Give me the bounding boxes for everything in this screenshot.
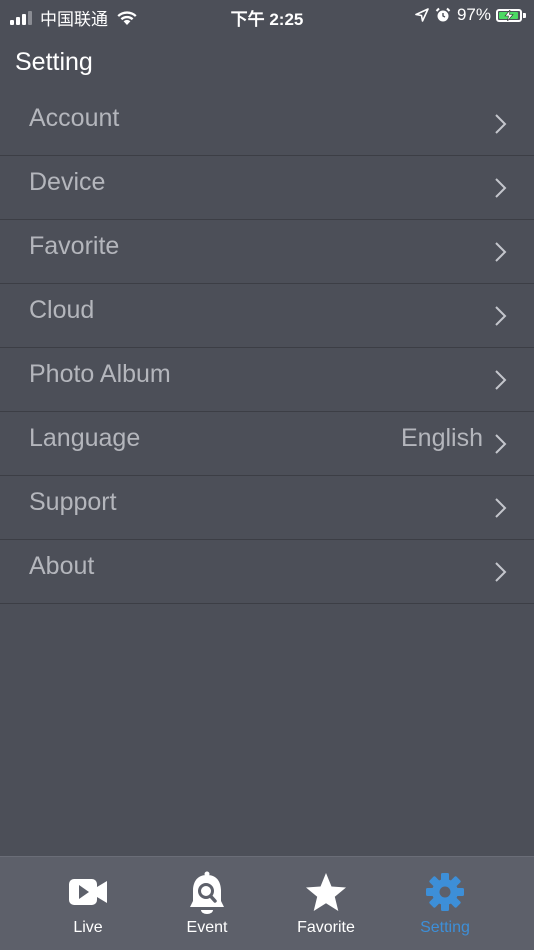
tab-label: Setting xyxy=(420,919,470,936)
tab-event[interactable]: Event xyxy=(152,857,262,950)
chevron-right-icon xyxy=(495,306,507,326)
bell-search-icon xyxy=(190,871,224,914)
row-label: Photo Album xyxy=(29,360,171,388)
gear-icon xyxy=(426,873,464,911)
settings-row-support[interactable]: Support xyxy=(0,476,534,540)
page-title: Setting xyxy=(15,48,93,76)
chevron-right-icon xyxy=(495,178,507,198)
row-label: Account xyxy=(29,104,120,132)
settings-row-about[interactable]: About xyxy=(0,540,534,604)
settings-row-device[interactable]: Device xyxy=(0,156,534,220)
row-label: Language xyxy=(29,424,141,452)
chevron-right-icon xyxy=(495,242,507,262)
tab-live[interactable]: Live xyxy=(33,857,143,950)
carrier-name: 中国联通 xyxy=(40,10,108,29)
alarm-icon xyxy=(435,7,451,22)
settings-row-favorite[interactable]: Favorite xyxy=(0,220,534,284)
status-left: 中国联通 xyxy=(10,5,138,30)
star-icon xyxy=(306,873,346,911)
tab-label: Favorite xyxy=(297,919,355,936)
chevron-right-icon xyxy=(495,114,507,134)
row-label: Device xyxy=(29,168,106,196)
row-label: About xyxy=(29,552,95,580)
settings-row-language[interactable]: Language English xyxy=(0,412,534,476)
settings-screen: 中国联通 下午 2:25 97% Setting Account Device … xyxy=(0,0,534,950)
settings-row-photo-album[interactable]: Photo Album xyxy=(0,348,534,412)
chevron-right-icon xyxy=(495,562,507,582)
settings-row-account[interactable]: Account xyxy=(0,92,534,156)
language-value: English xyxy=(401,424,483,452)
row-label: Cloud xyxy=(29,296,95,324)
tab-bar: Live Event Favorite Setting xyxy=(0,856,534,950)
signal-icon xyxy=(10,10,34,25)
battery-icon xyxy=(496,8,522,22)
settings-row-cloud[interactable]: Cloud xyxy=(0,284,534,348)
chevron-right-icon xyxy=(495,434,507,454)
location-icon xyxy=(415,8,429,22)
status-right: 97% xyxy=(415,5,526,25)
video-camera-icon xyxy=(69,879,107,905)
tab-setting[interactable]: Setting xyxy=(390,857,500,950)
row-label: Support xyxy=(29,488,117,516)
battery-tip xyxy=(523,12,526,18)
status-bar: 中国联通 下午 2:25 97% xyxy=(0,0,534,32)
settings-list: Account Device Favorite Cloud Photo Albu… xyxy=(0,92,534,604)
tab-label: Live xyxy=(73,919,103,936)
row-label: Favorite xyxy=(29,232,120,260)
chevron-right-icon xyxy=(495,498,507,518)
tab-label: Event xyxy=(186,919,228,936)
battery-percent: 97% xyxy=(456,5,491,24)
tab-favorite[interactable]: Favorite xyxy=(271,857,381,950)
chevron-right-icon xyxy=(495,370,507,390)
wifi-icon xyxy=(117,10,137,25)
